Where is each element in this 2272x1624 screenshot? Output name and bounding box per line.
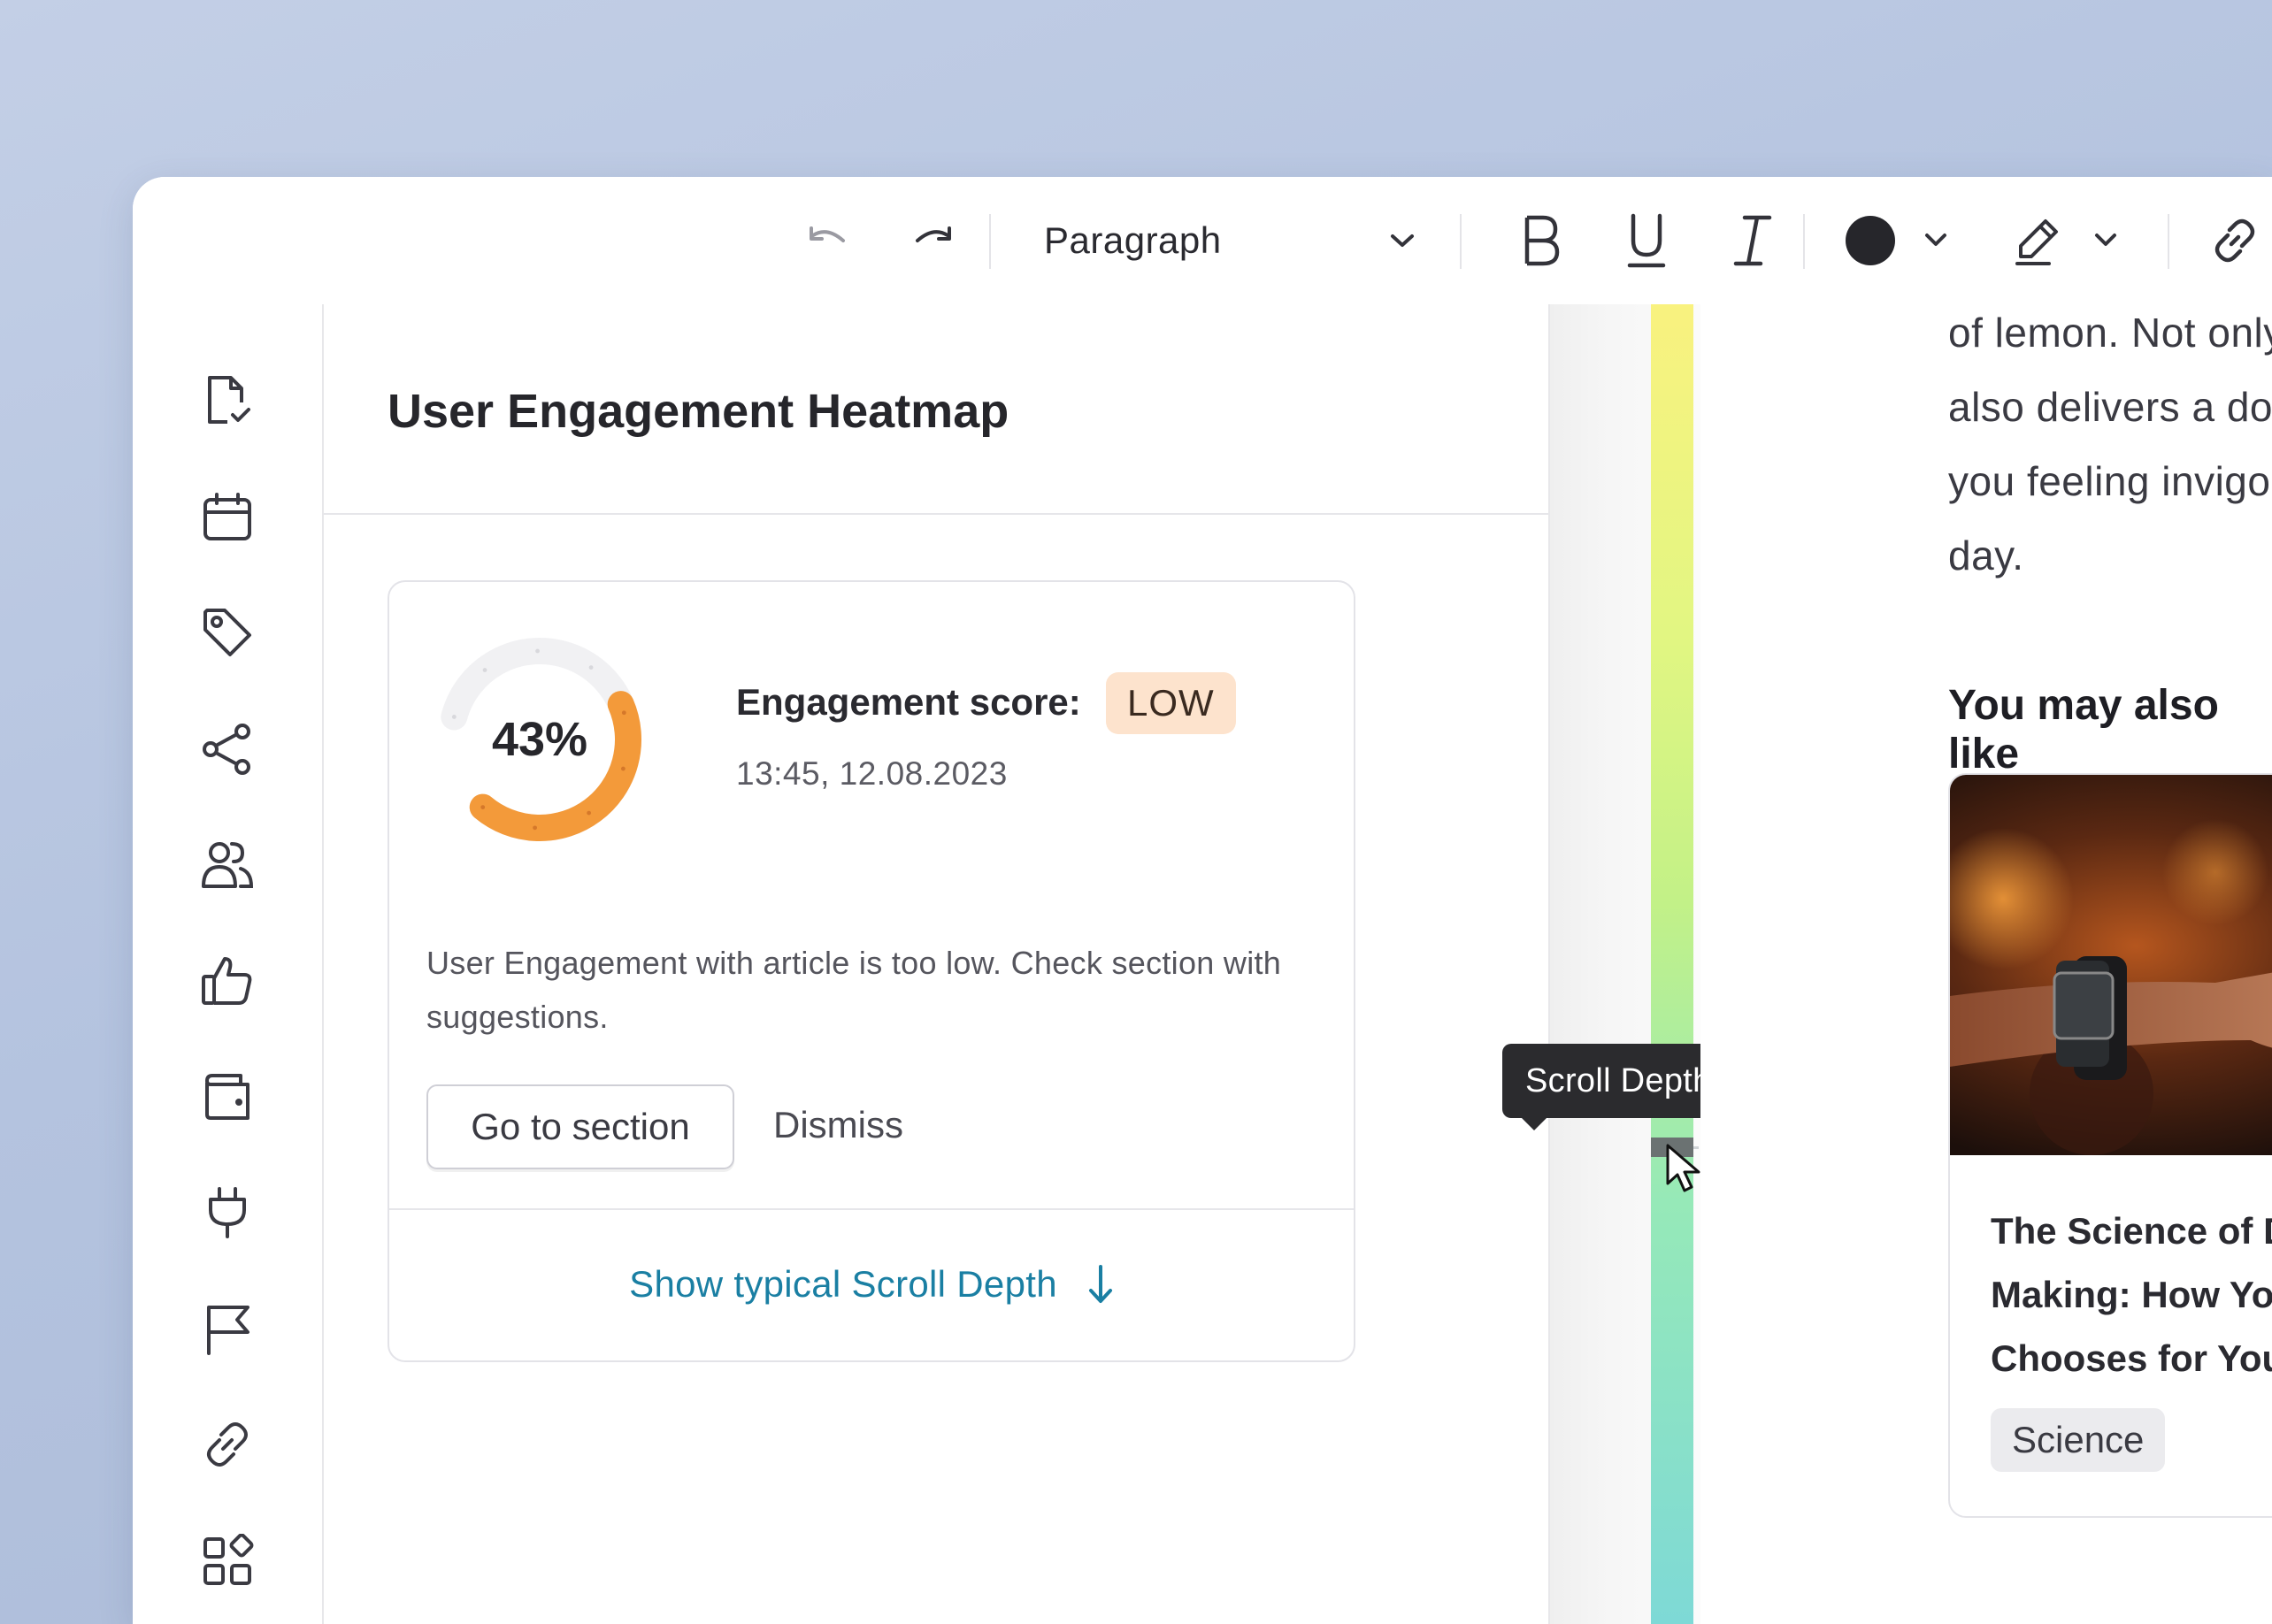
- sidebar-item-apps[interactable]: [196, 1530, 258, 1592]
- sidebar-item-tags[interactable]: [196, 601, 258, 663]
- underline-icon: [1627, 213, 1666, 268]
- scroll-heatmap-bar[interactable]: [1651, 304, 1693, 1624]
- sidebar-item-users[interactable]: [196, 833, 258, 895]
- engagement-timestamp: 13:45, 12.08.2023: [736, 755, 1008, 792]
- engagement-percent: 43%: [491, 713, 588, 766]
- show-scroll-depth-label: Show typical Scroll Depth: [629, 1263, 1057, 1305]
- toolbar-separator: [2168, 214, 2169, 269]
- link-icon: [207, 1422, 248, 1467]
- link-icon: [2214, 218, 2255, 263]
- sidebar-item-links[interactable]: [196, 1413, 258, 1475]
- thumbs-up-icon: [202, 957, 252, 1005]
- dismiss-button[interactable]: Dismiss: [773, 1084, 903, 1166]
- undo-button[interactable]: [787, 177, 867, 304]
- document-check-icon: [208, 376, 250, 424]
- flag-icon: [207, 1306, 249, 1355]
- toolbar-separator: [1460, 214, 1462, 269]
- toolbar-separator: [1803, 214, 1805, 269]
- sidebar-item-documents[interactable]: [196, 370, 258, 432]
- recommendation-title-line: The Science of Decisio: [1991, 1210, 2272, 1252]
- redo-button[interactable]: [894, 177, 973, 304]
- share-icon: [203, 724, 250, 775]
- wallet-icon: [205, 1074, 249, 1120]
- calendar-icon: [203, 493, 251, 540]
- article-paragraph: of lemon. Not only doe also delivers a d…: [1948, 295, 2272, 593]
- undo-icon: [810, 226, 845, 242]
- article-line: you feeling invigorated: [1948, 458, 2272, 504]
- editor-window: Paragraph User Engagement Heatmap 43% En…: [133, 177, 2272, 1624]
- block-type-dropdown[interactable]: [1371, 177, 1433, 304]
- sidebar-item-calendar[interactable]: [196, 486, 258, 548]
- sidebar-item-flags[interactable]: [196, 1298, 258, 1360]
- highlight-pen-icon: [2015, 219, 2116, 265]
- recommendation-image: [1950, 775, 2272, 1155]
- sidebar-item-likes[interactable]: [196, 950, 258, 1012]
- engagement-card: 43% Engagement score: LOW 13:45, 12.08.2…: [388, 580, 1355, 1362]
- plug-icon: [209, 1187, 246, 1238]
- italic-button[interactable]: [1713, 177, 1792, 304]
- apps-icon: [203, 1534, 254, 1585]
- redo-icon: [916, 226, 951, 242]
- sidebar-item-wallet[interactable]: [196, 1065, 258, 1127]
- italic-icon: [1733, 215, 1772, 266]
- article-line: of lemon. Not only doe: [1948, 310, 2272, 356]
- engagement-level-badge: LOW: [1106, 672, 1236, 734]
- article-content: of lemon. Not only doe also delivers a d…: [1700, 304, 2272, 1624]
- block-type-label: Paragraph: [1044, 219, 1222, 261]
- sidebar: [133, 304, 324, 1624]
- go-to-section-button[interactable]: Go to section: [426, 1084, 734, 1169]
- divider: [324, 513, 1548, 515]
- sidebar-item-share[interactable]: [196, 718, 258, 780]
- highlight-button[interactable]: [2008, 177, 2132, 304]
- recommendation-title-line: Making: How Your Brai: [1991, 1274, 2272, 1315]
- engagement-panel: User Engagement Heatmap 43% Engagement s…: [324, 304, 1550, 1624]
- toolbar-separator: [989, 214, 991, 269]
- recommendation-title-line: Chooses for You: [1991, 1337, 2272, 1379]
- engagement-message: User Engagement with article is too low.…: [426, 945, 1282, 1035]
- text-color-icon: [1846, 216, 1946, 265]
- article-line: also delivers a dose of: [1948, 384, 2272, 430]
- text-color-button[interactable]: [1840, 177, 1964, 304]
- engagement-score-label: Engagement score:: [736, 681, 1081, 723]
- bold-button[interactable]: [1501, 177, 1580, 304]
- bold-icon: [1524, 215, 1560, 266]
- recommendation-tag[interactable]: Science: [1991, 1408, 2166, 1472]
- chevron-down-icon: [1391, 234, 1414, 247]
- recommendation-card[interactable]: The Science of Decisio Making: How Your …: [1948, 773, 2272, 1518]
- underline-button[interactable]: [1607, 177, 1686, 304]
- recommendation-title: The Science of Decisio Making: How Your …: [1991, 1199, 2272, 1390]
- article-line: day.: [1948, 532, 2024, 578]
- also-like-heading: You may also like: [1948, 682, 2219, 778]
- panel-title: User Engagement Heatmap: [388, 385, 1009, 438]
- link-button[interactable]: [2199, 177, 2270, 304]
- block-type-select[interactable]: Paragraph: [1044, 177, 1283, 304]
- formatting-toolbar: Paragraph: [133, 177, 2272, 306]
- sidebar-item-integrations[interactable]: [196, 1182, 258, 1244]
- tag-icon: [203, 609, 251, 656]
- mouse-cursor-icon: [1666, 1144, 1700, 1192]
- show-scroll-depth-link[interactable]: Show typical Scroll Depth: [389, 1208, 1354, 1360]
- arrow-down-icon: [1088, 1265, 1112, 1303]
- users-icon: [202, 842, 254, 888]
